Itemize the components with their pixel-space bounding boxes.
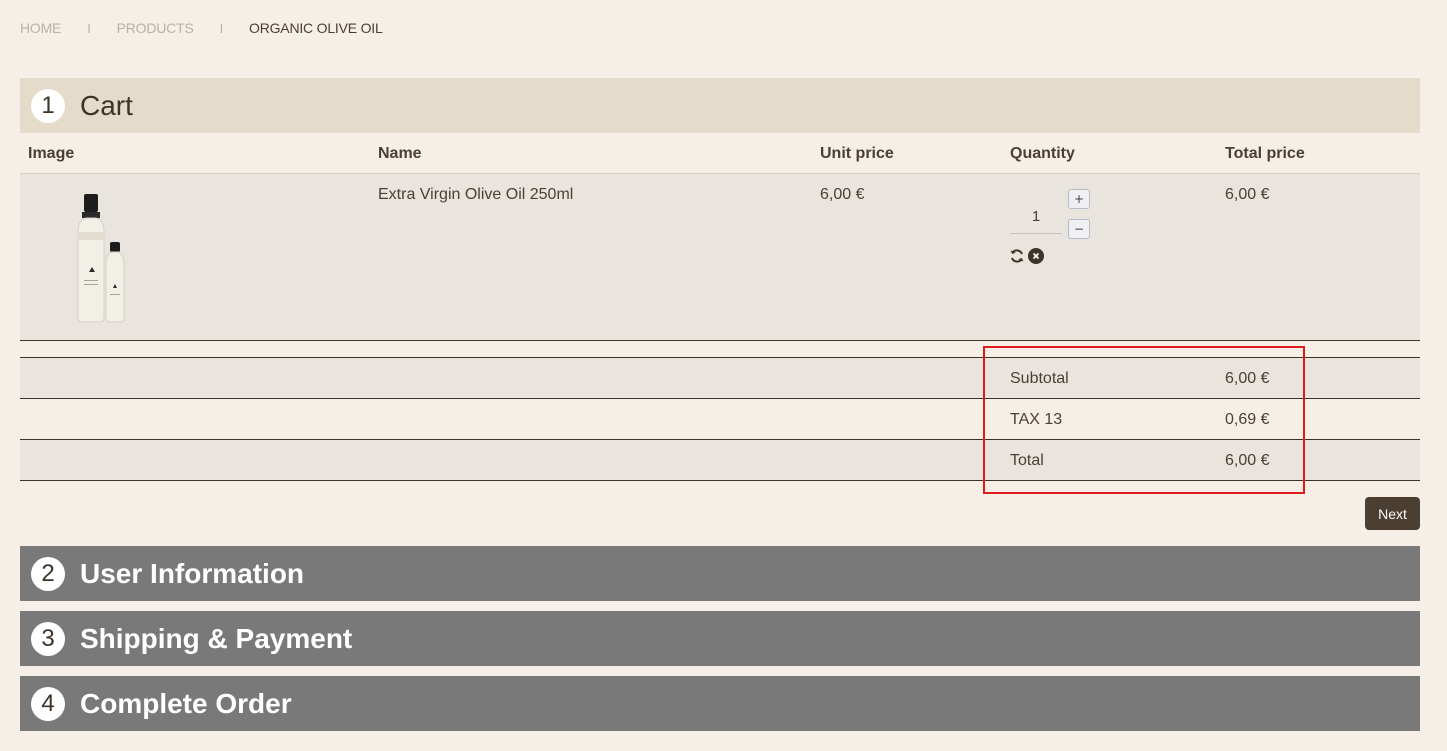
breadcrumb-home[interactable]: HOME	[20, 20, 61, 36]
refresh-icon[interactable]	[1009, 248, 1025, 264]
summary-label: TAX 13	[1010, 411, 1063, 428]
summary-label: Total	[1010, 452, 1044, 469]
summary-row-subtotal: Subtotal 6,00 €	[20, 358, 1420, 399]
quantity-input[interactable]	[1010, 200, 1062, 234]
unit-price: 6,00 €	[820, 186, 865, 203]
product-name[interactable]: Extra Virgin Olive Oil 250ml	[378, 186, 573, 204]
cart-table-header: Image Name Unit price Quantity Total pri…	[20, 133, 1420, 174]
breadcrumb-current: ORGANIC OLIVE OIL	[249, 20, 383, 36]
quantity-increase-button[interactable]: +	[1068, 189, 1090, 209]
step-title: Complete Order	[80, 687, 292, 719]
step-cart-header[interactable]: 1 Cart	[20, 78, 1420, 133]
quantity-decrease-button[interactable]: −	[1068, 219, 1090, 239]
step-number: 2	[31, 556, 65, 591]
breadcrumb-products[interactable]: PRODUCTS	[117, 20, 194, 36]
step-number: 3	[31, 621, 65, 656]
breadcrumb-separator: I	[219, 20, 224, 36]
summary-value: 6,00 €	[1225, 452, 1270, 469]
column-header-unit-price: Unit price	[820, 145, 894, 162]
column-header-name: Name	[378, 145, 422, 162]
summary-value: 0,69 €	[1225, 411, 1270, 428]
step-shipping-payment-header[interactable]: 3 Shipping & Payment	[20, 611, 1420, 666]
step-title: Cart	[80, 89, 133, 121]
summary-row-tax: TAX 13 0,69 €	[20, 399, 1420, 440]
total-price: 6,00 €	[1225, 186, 1270, 203]
step-title: Shipping & Payment	[80, 622, 353, 654]
summary-row-total: Total 6,00 €	[20, 440, 1420, 481]
step-number: 1	[31, 88, 65, 123]
cart-item-row: Extra Virgin Olive Oil 250ml 6,00 € + − …	[20, 174, 1420, 341]
step-user-information-header[interactable]: 2 User Information	[20, 546, 1420, 601]
summary-label: Subtotal	[1010, 370, 1069, 387]
column-header-total-price: Total price	[1225, 145, 1305, 162]
breadcrumb: HOME I PRODUCTS I ORGANIC OLIVE OIL	[20, 20, 383, 36]
olive-oil-bottles-image[interactable]	[72, 192, 132, 324]
step-title: User Information	[80, 557, 305, 589]
column-header-quantity: Quantity	[1010, 145, 1075, 162]
remove-icon[interactable]	[1028, 248, 1044, 264]
step-number: 4	[31, 686, 65, 721]
summary-value: 6,00 €	[1225, 370, 1270, 387]
step-complete-order-header[interactable]: 4 Complete Order	[20, 676, 1420, 731]
next-button[interactable]: Next	[1365, 497, 1420, 530]
breadcrumb-separator: I	[87, 20, 91, 36]
column-header-image: Image	[28, 145, 75, 162]
